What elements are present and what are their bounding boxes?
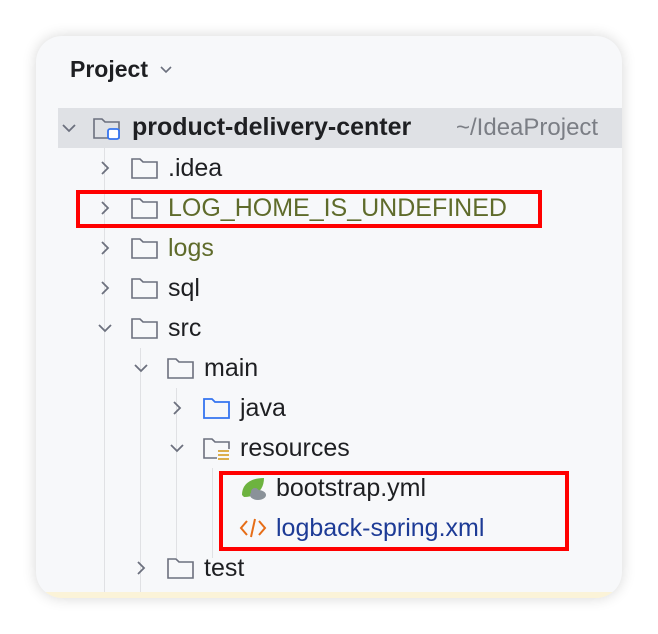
project-panel: Project product-delivery-center ~/IdeaPr…: [36, 36, 622, 598]
tree-item-label: main: [204, 354, 259, 382]
bottom-partial-row: [36, 592, 622, 598]
root-project-path: ~/IdeaProject: [456, 114, 599, 141]
tree-row-idea[interactable]: .idea: [36, 148, 622, 188]
folder-icon: [131, 318, 158, 339]
module-folder-icon: [93, 118, 120, 140]
folder-icon: [131, 238, 158, 259]
folder-icon: [167, 358, 194, 379]
chevron-right-icon[interactable]: [132, 559, 150, 577]
project-panel-title: Project: [70, 55, 148, 82]
chevron-right-icon[interactable]: [96, 159, 114, 177]
source-folder-icon: [203, 398, 230, 419]
tree-row-root[interactable]: product-delivery-center ~/IdeaProject: [58, 108, 622, 148]
tree-item-label: sql: [168, 274, 200, 302]
chevron-down-icon[interactable]: [132, 359, 150, 377]
chevron-right-icon[interactable]: [168, 399, 186, 417]
tree-item-label: logs: [168, 234, 214, 262]
tree-row-sql[interactable]: sql: [36, 268, 622, 308]
folder-icon: [131, 278, 158, 299]
tree-row-resources[interactable]: resources: [36, 428, 622, 468]
tree-row-java[interactable]: java: [36, 388, 622, 428]
root-project-name: product-delivery-center: [132, 113, 412, 141]
chevron-down-icon[interactable]: [158, 61, 174, 77]
folder-icon: [167, 558, 194, 579]
highlight-box-log-home: [76, 190, 542, 228]
chevron-down-icon[interactable]: [60, 119, 78, 137]
resources-folder-icon: [203, 438, 230, 460]
tree-row-logs[interactable]: logs: [36, 228, 622, 268]
chevron-down-icon[interactable]: [168, 439, 186, 457]
tree-row-src[interactable]: src: [36, 308, 622, 348]
project-panel-header[interactable]: Project: [70, 54, 174, 84]
chevron-right-icon[interactable]: [96, 239, 114, 257]
tree-row-test[interactable]: test: [36, 548, 622, 588]
chevron-down-icon[interactable]: [96, 319, 114, 337]
tree-item-label: java: [240, 394, 286, 422]
highlight-box-config-files: [219, 471, 569, 551]
tree-row-main[interactable]: main: [36, 348, 622, 388]
folder-icon: [131, 158, 158, 179]
tree-item-label: .idea: [168, 154, 223, 182]
tree-item-label: src: [168, 314, 202, 342]
chevron-right-icon[interactable]: [96, 279, 114, 297]
tree-item-label: test: [204, 554, 245, 582]
tree-item-label: resources: [240, 434, 350, 462]
